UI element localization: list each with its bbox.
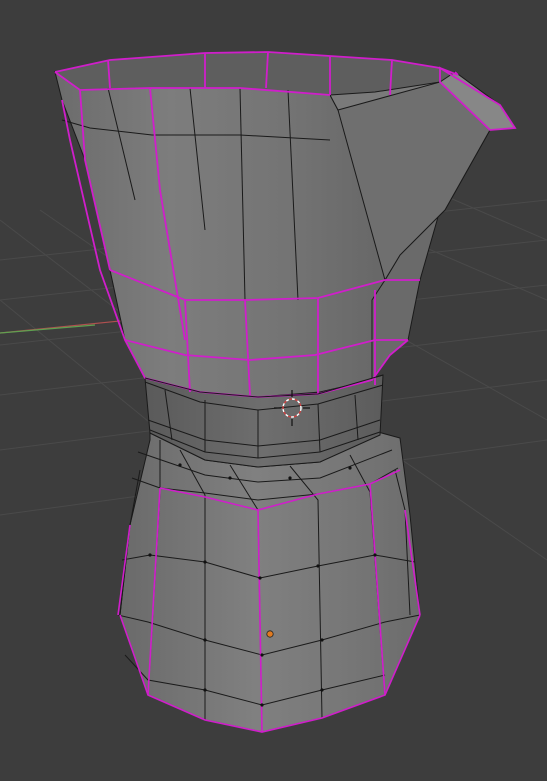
base-mesh <box>117 431 421 733</box>
mesh-object[interactable] <box>53 51 517 733</box>
3d-viewport[interactable] <box>0 0 547 781</box>
bowl-mesh <box>53 51 517 398</box>
object-origin-dot <box>266 630 274 638</box>
y-axis-line <box>0 324 96 334</box>
